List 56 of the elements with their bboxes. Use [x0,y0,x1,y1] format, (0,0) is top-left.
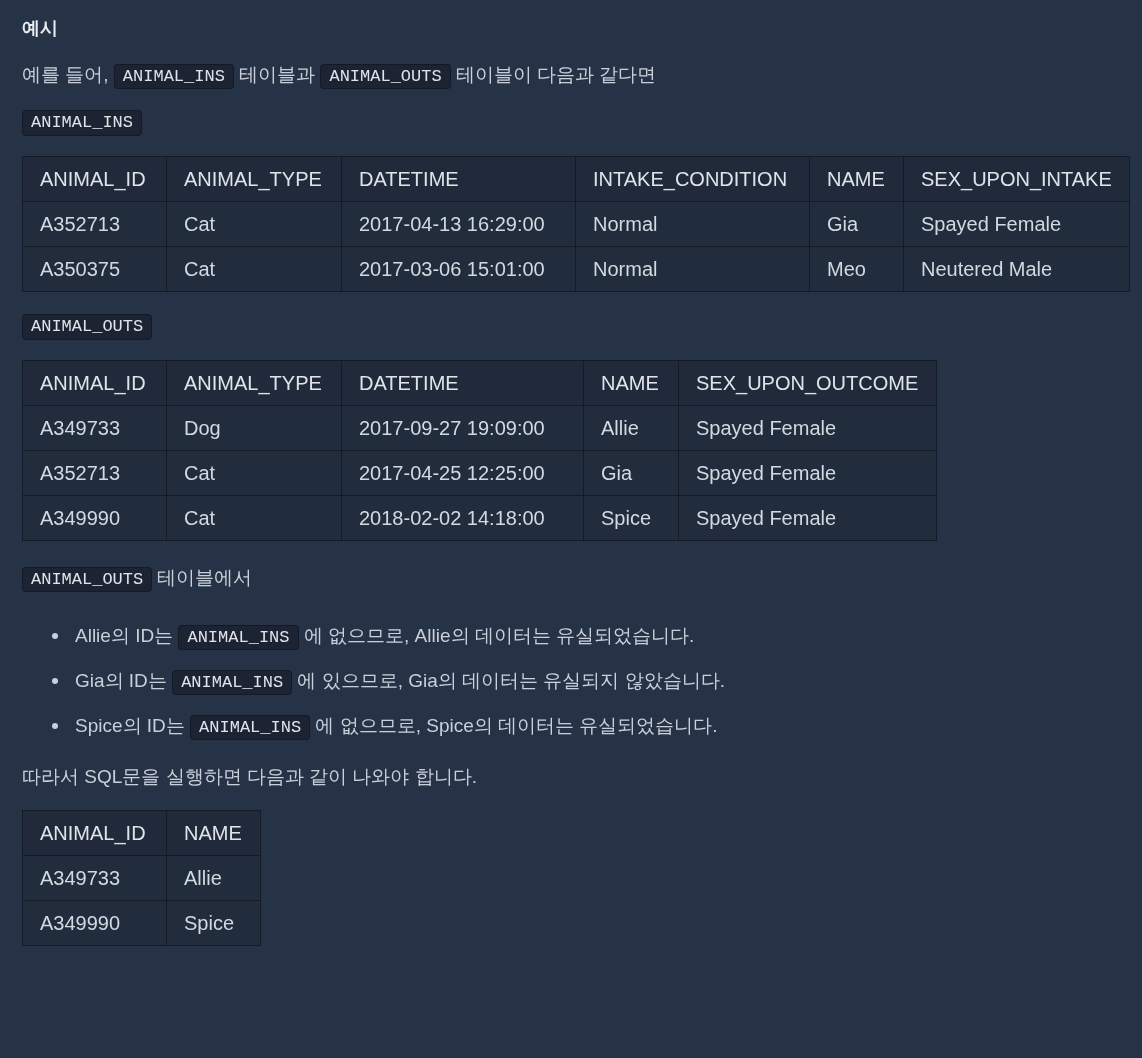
table-cell: Normal [575,246,810,292]
table-cell: Spayed Female [903,201,1130,247]
bullet-text: Spice의 ID는 ANIMAL_INS 에 없으므로, Spice의 데이터는 유실되었습니다. [75,712,718,739]
column-header: ANIMAL_ID [22,810,167,856]
column-header: DATETIME [341,156,576,202]
section-heading: 예시 [22,17,59,40]
table-cell: Spayed Female [678,495,937,541]
table-cell: 2017-04-13 16:29:00 [341,201,576,247]
table-cell: Cat [166,246,342,292]
column-header: NAME [809,156,904,202]
table-cell: Neutered Male [903,246,1130,292]
column-header: NAME [166,810,261,856]
column-header: ANIMAL_ID [22,156,167,202]
table-cell: Dog [166,405,342,451]
bullet-text: Allie의 ID는 ANIMAL_INS 에 없으므로, Allie의 데이터는 유실되었습니다. [75,622,695,649]
column-header: INTAKE_CONDITION [575,156,810,202]
column-header: ANIMAL_ID [22,360,167,406]
lead-text: ANIMAL_OUTS 테이블에서 [22,563,1120,595]
table-cell: Cat [166,495,342,541]
bullet-icon [52,677,58,684]
table-caption: ANIMAL_OUTS [22,314,153,340]
table-cell: A352713 [22,450,167,496]
table-cell: Spice [166,900,261,946]
table-cell: A349990 [22,495,167,541]
table-cell: Gia [809,201,904,247]
column-header: ANIMAL_TYPE [166,156,342,202]
table-cell: A349733 [22,405,167,451]
bullet-icon [52,632,58,639]
conclusion-text: 따라서 SQL문을 실행하면 다음과 같이 나와야 합니다. [22,765,478,789]
table-cell: 2018-02-02 14:18:00 [341,495,584,541]
table-cell: Cat [166,201,342,247]
table-cell: A352713 [22,201,167,247]
table-cell: 2017-04-25 12:25:00 [341,450,584,496]
table-cell: Meo [809,246,904,292]
table-cell: A349990 [22,900,167,946]
column-header: DATETIME [341,360,584,406]
bullet-text: Gia의 ID는 ANIMAL_INS 에 있으므로, Gia의 데이터는 유실되지 않았습니다. [75,667,725,694]
column-header: NAME [583,360,679,406]
table-cell: Spayed Female [678,450,937,496]
intro-text: 예를 들어, ANIMAL_INS 테이블과 ANIMAL_OUTS 테이블이 다음과 같다면 [22,60,1120,92]
table-cell: Spice [583,495,679,541]
table-cell: Normal [575,201,810,247]
table-cell: 2017-03-06 15:01:00 [341,246,576,292]
table-cell: Allie [166,855,261,901]
column-header: ANIMAL_TYPE [166,360,342,406]
table-cell: Spayed Female [678,405,937,451]
bullet-icon [52,722,58,729]
table-cell: Gia [583,450,679,496]
table-cell: 2017-09-27 19:09:00 [341,405,584,451]
table-cell: Cat [166,450,342,496]
table-cell: A350375 [22,246,167,292]
column-header: SEX_UPON_INTAKE [903,156,1130,202]
table-caption: ANIMAL_INS [22,110,143,136]
table-cell: A349733 [22,855,167,901]
table-cell: Allie [583,405,679,451]
column-header: SEX_UPON_OUTCOME [678,360,937,406]
